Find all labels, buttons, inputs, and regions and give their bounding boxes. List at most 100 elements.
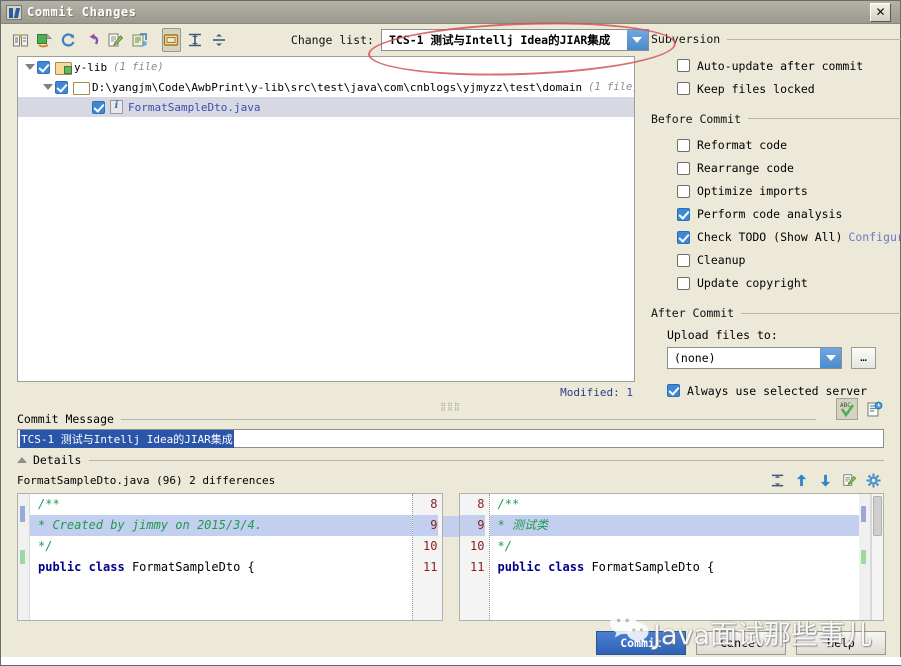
move-to-changelist-icon[interactable]	[130, 28, 150, 52]
details-label: Details	[33, 453, 82, 467]
show-diff-icon[interactable]	[11, 28, 31, 52]
diff-line-text: */	[38, 539, 53, 553]
auto-update-after-commit-checkbox[interactable]: Auto-update after commit	[651, 54, 901, 77]
checkbox-box[interactable]	[677, 253, 690, 267]
checkbox-box[interactable]	[677, 59, 690, 72]
tree-row-module[interactable]: y-lib (1 file)	[18, 57, 634, 77]
cleanup-checkbox[interactable]: Cleanup	[651, 249, 901, 272]
diff-settings-gear-icon[interactable]	[862, 470, 884, 490]
checkbox-box[interactable]	[677, 230, 690, 244]
details-toggle[interactable]: Details	[17, 453, 884, 467]
browse-servers-button[interactable]: …	[851, 347, 876, 369]
diff-connector-gap	[442, 493, 459, 621]
chevron-up-icon[interactable]	[17, 457, 27, 463]
option-label: Always use selected server	[687, 383, 868, 398]
spellcheck-icon[interactable]: ABC	[836, 398, 858, 420]
diff-scrollbar[interactable]	[871, 494, 883, 620]
undo-icon[interactable]	[82, 28, 102, 52]
file-checkbox[interactable]	[92, 100, 105, 114]
diff-left-pane[interactable]: /** * Created by jimmy on 2015/3/4. */ p…	[17, 493, 443, 621]
option-label: Reformat code	[697, 138, 788, 152]
check-todo-checkbox[interactable]: Check TODO (Show All) Configure	[651, 226, 901, 249]
previous-difference-icon[interactable]	[790, 470, 812, 490]
checkbox-box[interactable]	[677, 184, 690, 198]
expand-twisty-icon[interactable]	[40, 84, 55, 90]
checkbox-box[interactable]	[677, 82, 690, 95]
refresh-icon[interactable]	[59, 28, 79, 52]
directory-checkbox[interactable]	[55, 80, 68, 94]
tree-row-file[interactable]: FormatSampleDto.java	[18, 97, 634, 117]
commit-changes-dialog: Commit Changes ✕ Change list: TCS-1 测试与I…	[0, 0, 901, 666]
diff-left-gutter	[18, 494, 30, 620]
change-marker-icon	[861, 550, 866, 564]
edit-source-icon[interactable]	[838, 470, 860, 490]
rearrange-code-checkbox[interactable]: Rearrange code	[651, 157, 901, 180]
collapse-all-icon[interactable]	[766, 470, 788, 490]
collapse-all-icon[interactable]	[209, 28, 229, 52]
perform-code-analysis-checkbox[interactable]: Perform code analysis	[651, 203, 901, 226]
diff-line: * 测试类	[489, 515, 859, 536]
expand-all-icon[interactable]	[185, 28, 205, 52]
diff-file-summary: FormatSampleDto.java (96) 2 differences	[17, 473, 276, 487]
option-label: Rearrange code	[697, 161, 794, 175]
upper-region: Change list: TCS-1 测试与Intellj Idea的JIAR集…	[1, 24, 901, 402]
splitter-grip[interactable]: ⣿⣿⣿	[17, 402, 884, 412]
chevron-down-icon[interactable]	[626, 30, 648, 50]
edit-source-icon[interactable]	[106, 28, 126, 52]
module-checkbox[interactable]	[37, 60, 50, 74]
commit-button[interactable]: Commit	[596, 631, 686, 655]
revert-changes-icon[interactable]	[35, 28, 55, 52]
expand-twisty-icon[interactable]	[22, 64, 37, 70]
diff-right-pane[interactable]: 8 9 10 11 /** * 测试类 */ public class Form…	[458, 493, 884, 621]
reformat-code-checkbox[interactable]: Reformat code	[651, 134, 901, 157]
group-by-directory-icon[interactable]	[161, 28, 182, 52]
close-icon[interactable]: ✕	[870, 2, 891, 22]
scrollbar-thumb[interactable]	[873, 496, 882, 536]
modified-status-text: Modified: 1	[560, 385, 633, 399]
upload-server-combobox[interactable]: (none)	[667, 347, 842, 369]
changelist-combobox[interactable]: TCS-1 测试与Intellj Idea的JIAR集成	[380, 29, 649, 51]
divider	[727, 38, 901, 40]
checkbox-box[interactable]	[677, 207, 690, 221]
checkbox-box[interactable]	[677, 138, 690, 152]
line-number: 11	[423, 560, 438, 574]
tree-row-label: FormatSampleDto.java	[128, 100, 261, 114]
checkbox-box[interactable]	[677, 276, 690, 290]
update-copyright-checkbox[interactable]: Update copyright	[651, 272, 901, 295]
upload-server-value: (none)	[674, 351, 716, 365]
line-number: 10	[470, 539, 485, 553]
intellij-idea-icon	[6, 4, 22, 20]
checkbox-box[interactable]	[677, 161, 690, 175]
tree-row-label: y-lib	[74, 60, 108, 74]
diff-line-text: /**	[497, 497, 520, 511]
optimize-imports-checkbox[interactable]: Optimize imports	[651, 180, 901, 203]
diff-line-text: * Created by jimmy on 2015/3/4.	[38, 518, 262, 532]
diff-right-code: /** * 测试类 */ public class FormatSampleDt…	[489, 494, 859, 620]
changelist-selector: Change list: TCS-1 测试与Intellj Idea的JIAR集…	[291, 29, 649, 51]
line-number: 9	[412, 515, 438, 536]
diff-body: /** * Created by jimmy on 2015/3/4. */ p…	[17, 493, 884, 621]
diff-toolbar	[764, 470, 884, 490]
changes-tree[interactable]: y-lib (1 file) D:\yangjm\Code\AwbPrint\y…	[17, 56, 635, 382]
commit-message-input[interactable]: TCS-1 测试与Intellj Idea的JIAR集成	[17, 429, 884, 448]
next-difference-icon[interactable]	[814, 470, 836, 490]
changelist-value: TCS-1 测试与Intellj Idea的JIAR集成	[388, 33, 611, 47]
configure-todo-link[interactable]: Configure	[848, 230, 901, 244]
upload-server-row: (none) …	[651, 347, 901, 369]
diff-line: * Created by jimmy on 2015/3/4.	[30, 515, 412, 536]
java-file-icon	[110, 100, 123, 114]
help-button[interactable]: Help	[796, 631, 886, 655]
window-title: Commit Changes	[27, 5, 137, 19]
tree-row-label: D:\yangjm\Code\AwbPrint\y-lib\src\test\j…	[92, 80, 583, 94]
chevron-down-icon[interactable]	[820, 348, 841, 368]
checkbox-box[interactable]	[667, 384, 680, 397]
before-commit-group-header: Before Commit	[651, 112, 901, 126]
option-label: Update copyright	[697, 276, 808, 290]
cancel-button[interactable]: Cancel	[696, 631, 786, 655]
option-label: Keep files locked	[697, 81, 815, 96]
keep-files-locked-checkbox[interactable]: Keep files locked	[651, 77, 901, 100]
tree-row-directory[interactable]: D:\yangjm\Code\AwbPrint\y-lib\src\test\j…	[18, 77, 634, 97]
change-marker-icon	[20, 506, 25, 522]
message-history-icon[interactable]	[864, 399, 884, 419]
diff-line-text: /**	[38, 497, 60, 511]
